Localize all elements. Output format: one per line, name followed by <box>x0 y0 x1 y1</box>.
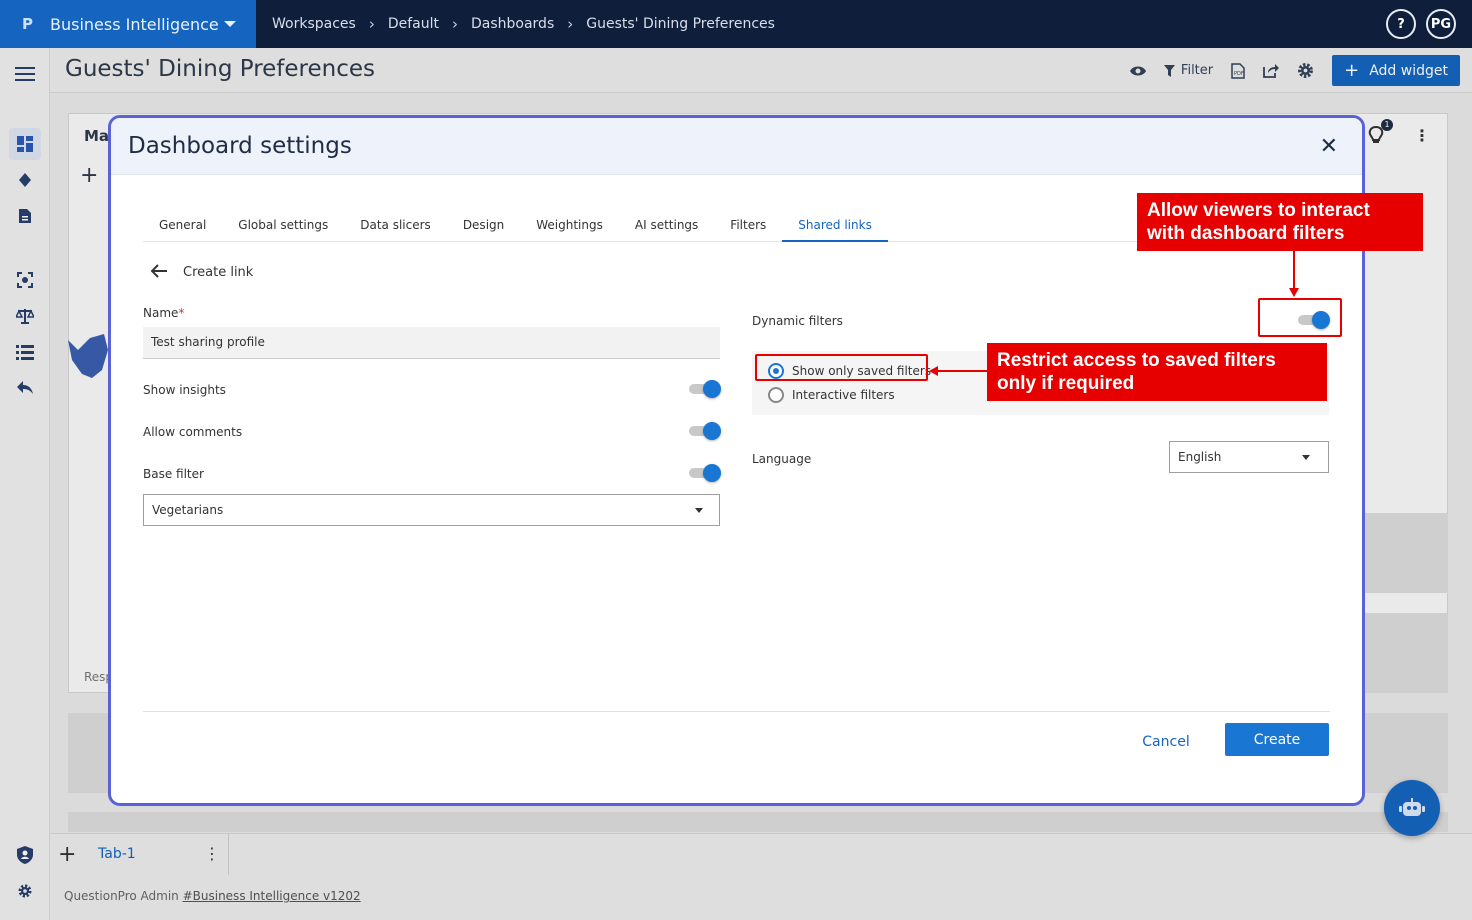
breadcrumb-default[interactable]: Default <box>388 16 439 32</box>
tab-data-slicers[interactable]: Data slicers <box>344 206 447 242</box>
show-insights-toggle[interactable] <box>687 380 721 398</box>
dialog-title: Dashboard settings <box>128 133 352 159</box>
caret-down-icon <box>695 508 703 513</box>
radio-unchecked[interactable] <box>768 387 784 403</box>
caret-down-icon <box>224 21 236 27</box>
base-filter-label: Base filter <box>143 467 204 481</box>
name-label: Name* <box>143 306 185 320</box>
dynamic-filters-label: Dynamic filters <box>752 314 843 328</box>
annotation-dynamic-filters: Allow viewers to interact with dashboard… <box>1137 193 1423 251</box>
tab-filters[interactable]: Filters <box>714 206 782 242</box>
top-right-actions: ? PG <box>1386 9 1456 39</box>
tab-weightings[interactable]: Weightings <box>520 206 619 242</box>
language-select[interactable]: English <box>1169 441 1329 473</box>
language-value: English <box>1178 450 1222 464</box>
allow-comments-label: Allow comments <box>143 425 243 439</box>
base-filter-value: Vegetarians <box>152 503 224 517</box>
show-insights-label: Show insights <box>143 383 226 397</box>
tab-general[interactable]: General <box>143 206 222 242</box>
breadcrumb-dashboards[interactable]: Dashboards <box>471 16 554 32</box>
chevron-right-icon: › <box>451 15 458 33</box>
name-field[interactable]: Test sharing profile <box>143 327 720 359</box>
base-filter-toggle[interactable] <box>687 464 721 482</box>
tab-global-settings[interactable]: Global settings <box>222 206 344 242</box>
divider <box>143 711 1330 712</box>
tab-shared-links[interactable]: Shared links <box>782 206 888 242</box>
dialog-header: Dashboard settings ✕ <box>111 118 1362 175</box>
required-marker: * <box>178 306 185 320</box>
caret-down-icon <box>1302 455 1310 460</box>
annotation-highlight-radio <box>755 354 928 381</box>
top-bar: P Business Intelligence Workspaces › Def… <box>0 0 1472 48</box>
help-button[interactable]: ? <box>1386 9 1416 39</box>
allow-comments-toggle[interactable] <box>687 422 721 440</box>
annotation-arrow-down <box>1289 250 1299 297</box>
chevron-right-icon: › <box>368 15 375 33</box>
breadcrumb-workspaces[interactable]: Workspaces <box>272 16 356 32</box>
create-button[interactable]: Create <box>1225 723 1329 756</box>
create-link-label: Create link <box>183 265 254 280</box>
cancel-button[interactable]: Cancel <box>1131 726 1201 758</box>
create-link-header: Create link <box>150 262 254 283</box>
breadcrumb-current: Guests' Dining Preferences <box>586 16 775 32</box>
back-arrow-icon[interactable] <box>150 262 167 283</box>
breadcrumb: Workspaces › Default › Dashboards › Gues… <box>272 0 775 48</box>
app-logo: P <box>22 15 33 33</box>
annotation-highlight-toggle <box>1258 298 1342 337</box>
chevron-right-icon: › <box>567 15 574 33</box>
app-switcher[interactable]: P Business Intelligence <box>0 0 256 48</box>
annotation-arrow-left <box>929 366 988 376</box>
radio-interactive-filters[interactable]: Interactive filters <box>768 387 895 403</box>
app-name: Business Intelligence <box>50 14 219 34</box>
annotation-saved-filters: Restrict access to saved filters only if… <box>987 343 1327 401</box>
close-icon[interactable]: ✕ <box>1320 134 1338 159</box>
radio-interactive-label: Interactive filters <box>792 388 895 402</box>
tab-design[interactable]: Design <box>447 206 520 242</box>
language-label: Language <box>752 452 812 466</box>
base-filter-select[interactable]: Vegetarians <box>143 494 720 526</box>
avatar[interactable]: PG <box>1426 9 1456 39</box>
tab-ai-settings[interactable]: AI settings <box>619 206 714 242</box>
